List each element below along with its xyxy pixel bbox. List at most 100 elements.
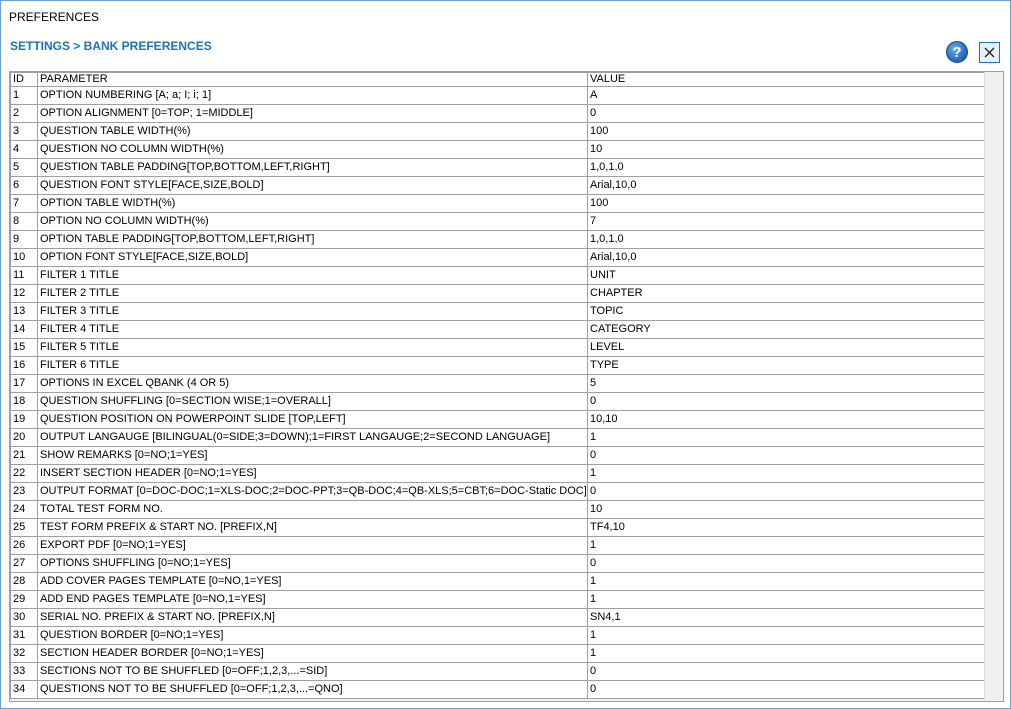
cell-parameter: QUESTION FONT STYLE[FACE,SIZE,BOLD] — [37, 176, 588, 195]
cell-parameter: OPTIONS SHUFFLING [0=NO;1=YES] — [37, 554, 588, 573]
table-body: 1 OPTION NUMBERING [A; a; I; i; 1] A 2 OPTIO… — [10, 86, 985, 699]
close-button[interactable] — [979, 42, 1000, 63]
cell-value[interactable]: 0 — [587, 446, 985, 465]
cell-value[interactable]: 0 — [587, 680, 985, 699]
cell-id: 27 — [10, 554, 38, 573]
column-header-value[interactable]: VALUE — [587, 72, 985, 87]
table-row[interactable]: 29 ADD END PAGES TEMPLATE [0=NO,1=YES] 1 — [10, 590, 985, 609]
cell-value[interactable]: A — [587, 86, 985, 105]
cell-value[interactable]: 5 — [587, 374, 985, 393]
cell-value[interactable]: SN4,1 — [587, 608, 985, 627]
cell-id: 28 — [10, 572, 38, 591]
table-row[interactable]: 13 FILTER 3 TITLE TOPIC — [10, 302, 985, 321]
cell-id: 23 — [10, 482, 38, 501]
column-header-parameter[interactable]: PARAMETER — [37, 72, 588, 87]
cell-value[interactable]: 10 — [587, 500, 985, 519]
help-button[interactable]: ? — [946, 41, 968, 63]
table-row[interactable]: 7 OPTION TABLE WIDTH(%) 100 — [10, 194, 985, 213]
table-row[interactable]: 2 OPTION ALIGNMENT [0=TOP; 1=MIDDLE] 0 — [10, 104, 985, 123]
cell-value[interactable]: TYPE — [587, 356, 985, 375]
cell-id: 6 — [10, 176, 38, 195]
table-row[interactable]: 16 FILTER 6 TITLE TYPE — [10, 356, 985, 375]
cell-parameter: INSERT SECTION HEADER [0=NO;1=YES] — [37, 464, 588, 483]
table-row[interactable]: 11 FILTER 1 TITLE UNIT — [10, 266, 985, 285]
cell-value[interactable]: Arial,10,0 — [587, 176, 985, 195]
cell-parameter: QUESTION POSITION ON POWERPOINT SLIDE [T… — [37, 410, 588, 429]
cell-parameter: QUESTION TABLE WIDTH(%) — [37, 122, 588, 141]
cell-value[interactable]: TF4,10 — [587, 518, 985, 537]
table-row[interactable]: 10 OPTION FONT STYLE[FACE,SIZE,BOLD] Arial… — [10, 248, 985, 267]
cell-value[interactable]: 0 — [587, 482, 985, 501]
cell-parameter: OPTION NUMBERING [A; a; I; i; 1] — [37, 86, 588, 105]
cell-id: 10 — [10, 248, 38, 267]
cell-parameter: QUESTION NO COLUMN WIDTH(%) — [37, 140, 588, 159]
cell-value[interactable]: 1 — [587, 626, 985, 645]
cell-value[interactable]: 1 — [587, 590, 985, 609]
cell-value[interactable]: 0 — [587, 392, 985, 411]
table-row[interactable]: 14 FILTER 4 TITLE CATEGORY — [10, 320, 985, 339]
cell-value[interactable]: 1 — [587, 464, 985, 483]
cell-parameter: OPTION ALIGNMENT [0=TOP; 1=MIDDLE] — [37, 104, 588, 123]
cell-value[interactable]: 1 — [587, 428, 985, 447]
table-row[interactable]: 33 SECTIONS NOT TO BE SHUFFLED [0=OFF;1,2… — [10, 662, 985, 681]
table-row[interactable]: 17 OPTIONS IN EXCEL QBANK (4 OR 5) 5 — [10, 374, 985, 393]
cell-parameter: FILTER 6 TITLE — [37, 356, 588, 375]
table-row[interactable]: 18 QUESTION SHUFFLING [0=SECTION WISE;1=O… — [10, 392, 985, 411]
table-row[interactable]: 12 FILTER 2 TITLE CHAPTER — [10, 284, 985, 303]
cell-value[interactable]: 1 — [587, 572, 985, 591]
cell-parameter: OPTIONS IN EXCEL QBANK (4 OR 5) — [37, 374, 588, 393]
cell-id: 9 — [10, 230, 38, 249]
cell-value[interactable]: 10 — [587, 140, 985, 159]
table-row[interactable]: 1 OPTION NUMBERING [A; a; I; i; 1] A — [10, 86, 985, 105]
cell-id: 17 — [10, 374, 38, 393]
cell-value[interactable]: 10,10 — [587, 410, 985, 429]
cell-id: 8 — [10, 212, 38, 231]
table-row[interactable]: 32 SECTION HEADER BORDER [0=NO;1=YES] 1 — [10, 644, 985, 663]
table-row[interactable]: 27 OPTIONS SHUFFLING [0=NO;1=YES] 0 — [10, 554, 985, 573]
table-row[interactable]: 26 EXPORT PDF [0=NO;1=YES] 1 — [10, 536, 985, 555]
column-header-id[interactable]: ID — [10, 72, 38, 87]
table-row[interactable]: 22 INSERT SECTION HEADER [0=NO;1=YES] 1 — [10, 464, 985, 483]
cell-value[interactable]: TOPIC — [587, 302, 985, 321]
cell-value[interactable]: 1,0,1,0 — [587, 158, 985, 177]
table-row[interactable]: 5 QUESTION TABLE PADDING[TOP,BOTTOM,LEFT,… — [10, 158, 985, 177]
cell-id: 18 — [10, 392, 38, 411]
table-row[interactable]: 28 ADD COVER PAGES TEMPLATE [0=NO,1=YES] 1 — [10, 572, 985, 591]
vertical-scrollbar[interactable] — [984, 72, 1003, 701]
cell-value[interactable]: 0 — [587, 662, 985, 681]
table-row[interactable]: 31 QUESTION BORDER [0=NO;1=YES] 1 — [10, 626, 985, 645]
cell-parameter: FILTER 3 TITLE — [37, 302, 588, 321]
table-row[interactable]: 24 TOTAL TEST FORM NO. 10 — [10, 500, 985, 519]
table-row[interactable]: 34 QUESTIONS NOT TO BE SHUFFLED [0=OFF;1,… — [10, 680, 985, 699]
cell-value[interactable]: LEVEL — [587, 338, 985, 357]
table-row[interactable]: 9 OPTION TABLE PADDING[TOP,BOTTOM,LEFT,RI… — [10, 230, 985, 249]
table-row[interactable]: 21 SHOW REMARKS [0=NO;1=YES] 0 — [10, 446, 985, 465]
cell-value[interactable]: 1 — [587, 644, 985, 663]
cell-value[interactable]: UNIT — [587, 266, 985, 285]
table-row[interactable]: 25 TEST FORM PREFIX & START NO. [PREFIX,N… — [10, 518, 985, 537]
table-row[interactable]: 20 OUTPUT LANGAUGE [BILINGUAL(0=SIDE;3=DO… — [10, 428, 985, 447]
cell-value[interactable]: 1 — [587, 536, 985, 555]
cell-value[interactable]: 100 — [587, 194, 985, 213]
cell-value[interactable]: CATEGORY — [587, 320, 985, 339]
table-row[interactable]: 4 QUESTION NO COLUMN WIDTH(%) 10 — [10, 140, 985, 159]
cell-value[interactable]: 0 — [587, 104, 985, 123]
cell-value[interactable]: 0 — [587, 554, 985, 573]
cell-id: 31 — [10, 626, 38, 645]
cell-id: 29 — [10, 590, 38, 609]
table-row[interactable]: 3 QUESTION TABLE WIDTH(%) 100 — [10, 122, 985, 141]
table-row[interactable]: 15 FILTER 5 TITLE LEVEL — [10, 338, 985, 357]
table-row[interactable]: 6 QUESTION FONT STYLE[FACE,SIZE,BOLD] Aria… — [10, 176, 985, 195]
cell-value[interactable]: 1,0,1,0 — [587, 230, 985, 249]
cell-value[interactable]: Arial,10,0 — [587, 248, 985, 267]
table-row[interactable]: 30 SERIAL NO. PREFIX & START NO. [PREFIX,… — [10, 608, 985, 627]
cell-id: 34 — [10, 680, 38, 699]
cell-value[interactable]: 100 — [587, 122, 985, 141]
cell-id: 1 — [10, 86, 38, 105]
cell-value[interactable]: CHAPTER — [587, 284, 985, 303]
window-title: PREFERENCES — [9, 10, 100, 24]
table-row[interactable]: 19 QUESTION POSITION ON POWERPOINT SLIDE … — [10, 410, 985, 429]
table-row[interactable]: 8 OPTION NO COLUMN WIDTH(%) 7 — [10, 212, 985, 231]
table-row[interactable]: 23 OUTPUT FORMAT [0=DOC-DOC;1=XLS-DOC;2=D… — [10, 482, 985, 501]
cell-value[interactable]: 7 — [587, 212, 985, 231]
